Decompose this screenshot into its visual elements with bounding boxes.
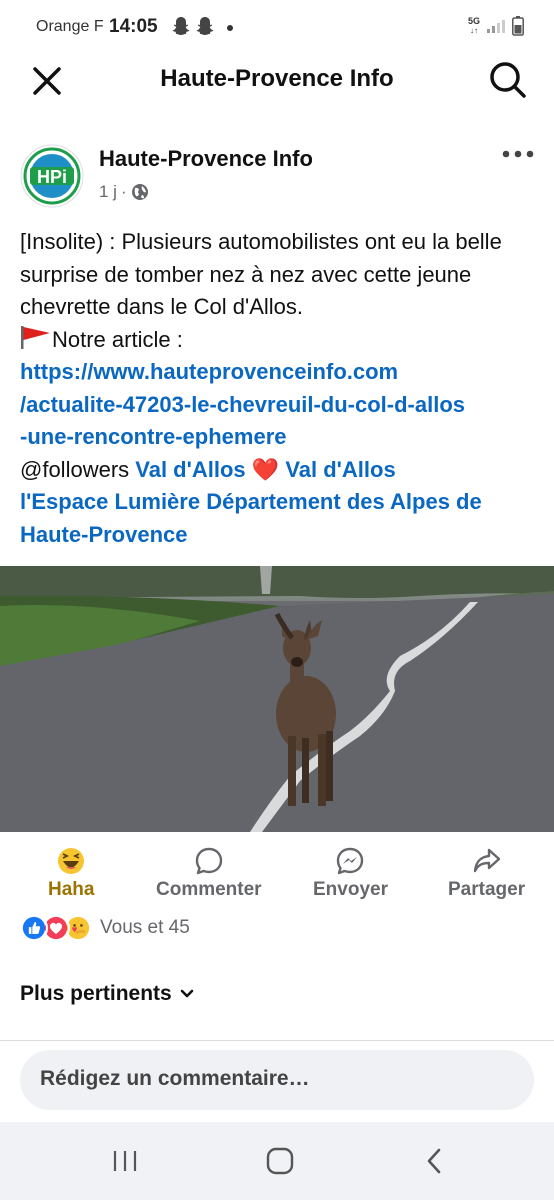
share-label: Partager <box>448 879 526 900</box>
like-icon <box>20 914 48 942</box>
comment-sort-dropdown[interactable]: Plus pertinents <box>20 982 194 1006</box>
post-header: HPi Haute-Provence Info 1 j · <box>0 140 554 220</box>
reaction-summary[interactable]: Vous et 45 <box>20 914 190 942</box>
send-button[interactable]: Envoyer <box>313 846 388 901</box>
comment-bubble-icon <box>195 847 222 875</box>
recent-apps-icon[interactable] <box>105 1146 145 1176</box>
post-time[interactable]: 1 j <box>99 182 117 202</box>
page-avatar[interactable]: HPi <box>20 144 84 208</box>
article-link[interactable]: https://www.hauteprovenceinfo.com/actual… <box>20 359 465 449</box>
carrier-label: Orange F <box>36 18 104 35</box>
comment-placeholder[interactable]: Rédigez un commentaire… <box>40 1067 310 1091</box>
tag-val-allos-2[interactable]: Val d'Allos <box>285 457 395 482</box>
haha-button[interactable]: Haha <box>48 846 94 901</box>
page-title: Haute-Provence Info <box>160 65 394 92</box>
clock: 14:05 <box>109 16 158 37</box>
comment-field[interactable]: Rédigez un commentaire… <box>20 1050 534 1110</box>
post-actions: Haha Commenter Envoyer Partager <box>0 840 554 904</box>
haha-emoji-icon <box>58 848 85 874</box>
back-icon[interactable] <box>415 1146 455 1176</box>
avatar-logo-text: HPi <box>37 167 67 187</box>
sort-label: Plus pertinents <box>20 982 172 1005</box>
meta-separator: · <box>120 182 127 201</box>
tag-val-allos[interactable]: Val d'Allos <box>135 457 245 482</box>
status-bar: Orange F 14:05 5G ↓↑ <box>0 0 554 52</box>
snapchat-icon <box>196 17 214 35</box>
post-text-intro: [Insolite) : Plusieurs automobilistes on… <box>20 229 502 319</box>
article-label: Notre article : <box>52 326 183 352</box>
mention-followers: @followers <box>20 456 130 482</box>
share-button[interactable]: Partager <box>448 846 525 901</box>
signal-icon <box>487 20 505 33</box>
chevron-down-icon <box>180 989 194 998</box>
network-indicator: 5G ↓↑ <box>467 16 480 36</box>
reaction-count: Vous et 45 <box>100 917 190 938</box>
battery-icon <box>512 16 524 36</box>
send-label: Envoyer <box>313 879 388 900</box>
snapchat-icon <box>172 17 190 35</box>
status-icons: 5G ↓↑ <box>468 16 524 36</box>
notification-dot <box>227 25 233 31</box>
post-body: [Insolite) : Plusieurs automobilistes on… <box>20 226 550 551</box>
comment-button[interactable]: Commenter <box>156 846 262 901</box>
post-photo[interactable] <box>0 566 554 832</box>
divider <box>0 1040 554 1041</box>
post-author[interactable]: Haute-Provence Info <box>99 146 313 172</box>
globe-icon <box>131 184 148 200</box>
search-icon[interactable] <box>486 58 530 102</box>
share-arrow-icon <box>473 848 500 873</box>
heart-emoji: ❤️ <box>251 456 280 482</box>
comment-label: Commenter <box>156 879 262 900</box>
red-flag-icon <box>21 325 50 349</box>
haha-label: Haha <box>48 879 95 900</box>
more-options-icon[interactable] <box>500 144 536 164</box>
home-icon[interactable] <box>260 1146 300 1176</box>
app-header: Haute-Provence Info <box>0 52 554 108</box>
tag-espace-lumiere[interactable]: l'Espace Lumière <box>20 489 200 514</box>
post-meta: 1 j · <box>99 182 149 202</box>
system-nav-bar <box>0 1122 554 1200</box>
messenger-icon <box>337 847 364 875</box>
